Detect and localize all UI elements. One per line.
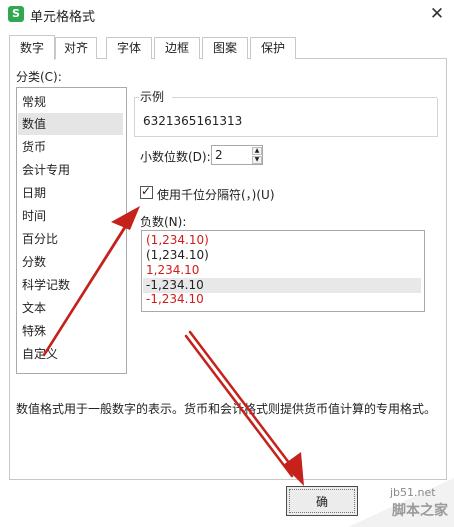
tab-number[interactable]: 数字 <box>9 35 55 60</box>
annotation-arrow-up-line <box>42 224 128 357</box>
arrowhead-up-icon <box>111 206 140 230</box>
annotation-arrows <box>42 206 304 486</box>
annotation-arrow-down-line <box>188 330 298 474</box>
annotation-arrow-down-line <box>184 334 294 478</box>
